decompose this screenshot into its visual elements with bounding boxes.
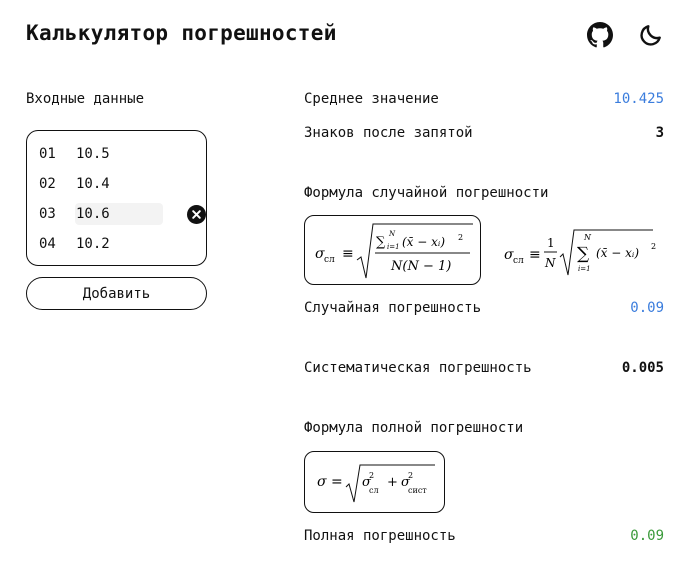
full-error-value: 0.09 — [630, 528, 664, 544]
sigma-subscript: сл — [513, 256, 524, 266]
list-item: 04 10.2 — [39, 233, 163, 255]
equiv-symbol: ≡ — [342, 246, 354, 262]
random-formula-label: Формула случайной погрешности — [304, 185, 549, 201]
value-input[interactable]: 10.6 — [75, 203, 163, 225]
sum-lower: i=1 — [578, 265, 591, 273]
row-index: 04 — [39, 236, 56, 252]
sum-term: (x̄ − xᵢ) — [402, 235, 445, 249]
sigma-symbol: σ — [317, 474, 327, 490]
value-input[interactable]: 10.2 — [75, 233, 163, 255]
list-item: 01 10.5 — [39, 143, 163, 165]
inputs-label: Входные данные — [26, 91, 145, 107]
clear-icon[interactable] — [187, 205, 206, 224]
frac-n: N — [544, 256, 556, 270]
page-title: Калькулятор погрешностей — [26, 21, 337, 45]
row-index: 02 — [39, 176, 56, 192]
term-power: 2 — [458, 233, 463, 242]
moon-icon[interactable] — [638, 22, 664, 48]
github-icon[interactable] — [587, 22, 613, 48]
row-index: 01 — [39, 146, 56, 162]
list-item: 03 10.6 — [39, 203, 209, 225]
sum-upper: N — [583, 233, 592, 242]
random-formula-option-1[interactable]: σ сл ≡ ∑ N i=1 (x̄ − xᵢ) 2 N(N − 1) — [304, 215, 481, 285]
sum-symbol: ∑ — [376, 235, 386, 250]
add-button[interactable]: Добавить — [26, 277, 207, 310]
random-formula-option-2[interactable]: σ сл ≡ 1 N N ∑ i=1 (x̄ − xᵢ) 2 — [501, 223, 661, 281]
subscript-system: сист — [408, 486, 427, 495]
sum-upper: N — [388, 230, 396, 238]
input-list: 01 10.5 02 10.4 03 10.6 04 10.2 — [26, 130, 207, 266]
full-formula[interactable]: σ = σ 2 сл + σ 2 сист — [304, 451, 445, 513]
equiv-symbol: ≡ — [529, 247, 541, 263]
row-index: 03 — [39, 206, 56, 222]
term-power: 2 — [651, 242, 656, 251]
decimals-label: Знаков после запятой — [304, 125, 473, 141]
systematic-error-value: 0.005 — [621, 360, 664, 376]
frac-one: 1 — [547, 236, 555, 250]
value-input[interactable]: 10.4 — [75, 173, 163, 195]
sigma-subscript: сл — [324, 255, 335, 265]
equals-symbol: = — [331, 474, 343, 490]
random-error-value: 0.09 — [630, 300, 664, 316]
mean-label: Среднее значение — [304, 91, 439, 107]
denominator: N(N − 1) — [390, 259, 451, 274]
random-error-label: Случайная погрешность — [304, 300, 482, 316]
sum-lower: i=1 — [387, 243, 400, 251]
decimals-value: 3 — [655, 125, 664, 141]
full-formula-label: Формула полной погрешности — [304, 420, 524, 436]
full-error-label: Полная погрешность — [304, 528, 456, 544]
power: 2 — [408, 471, 413, 480]
subscript-random: сл — [369, 486, 379, 495]
systematic-error-label: Систематическая погрешность — [304, 360, 532, 376]
power: 2 — [369, 471, 374, 480]
value-input[interactable]: 10.5 — [75, 143, 163, 165]
plus-symbol: + — [387, 475, 398, 490]
mean-value: 10.425 — [613, 91, 664, 107]
list-item: 02 10.4 — [39, 173, 163, 195]
sum-symbol: ∑ — [577, 244, 589, 264]
sum-term: (x̄ − xᵢ) — [596, 246, 639, 260]
